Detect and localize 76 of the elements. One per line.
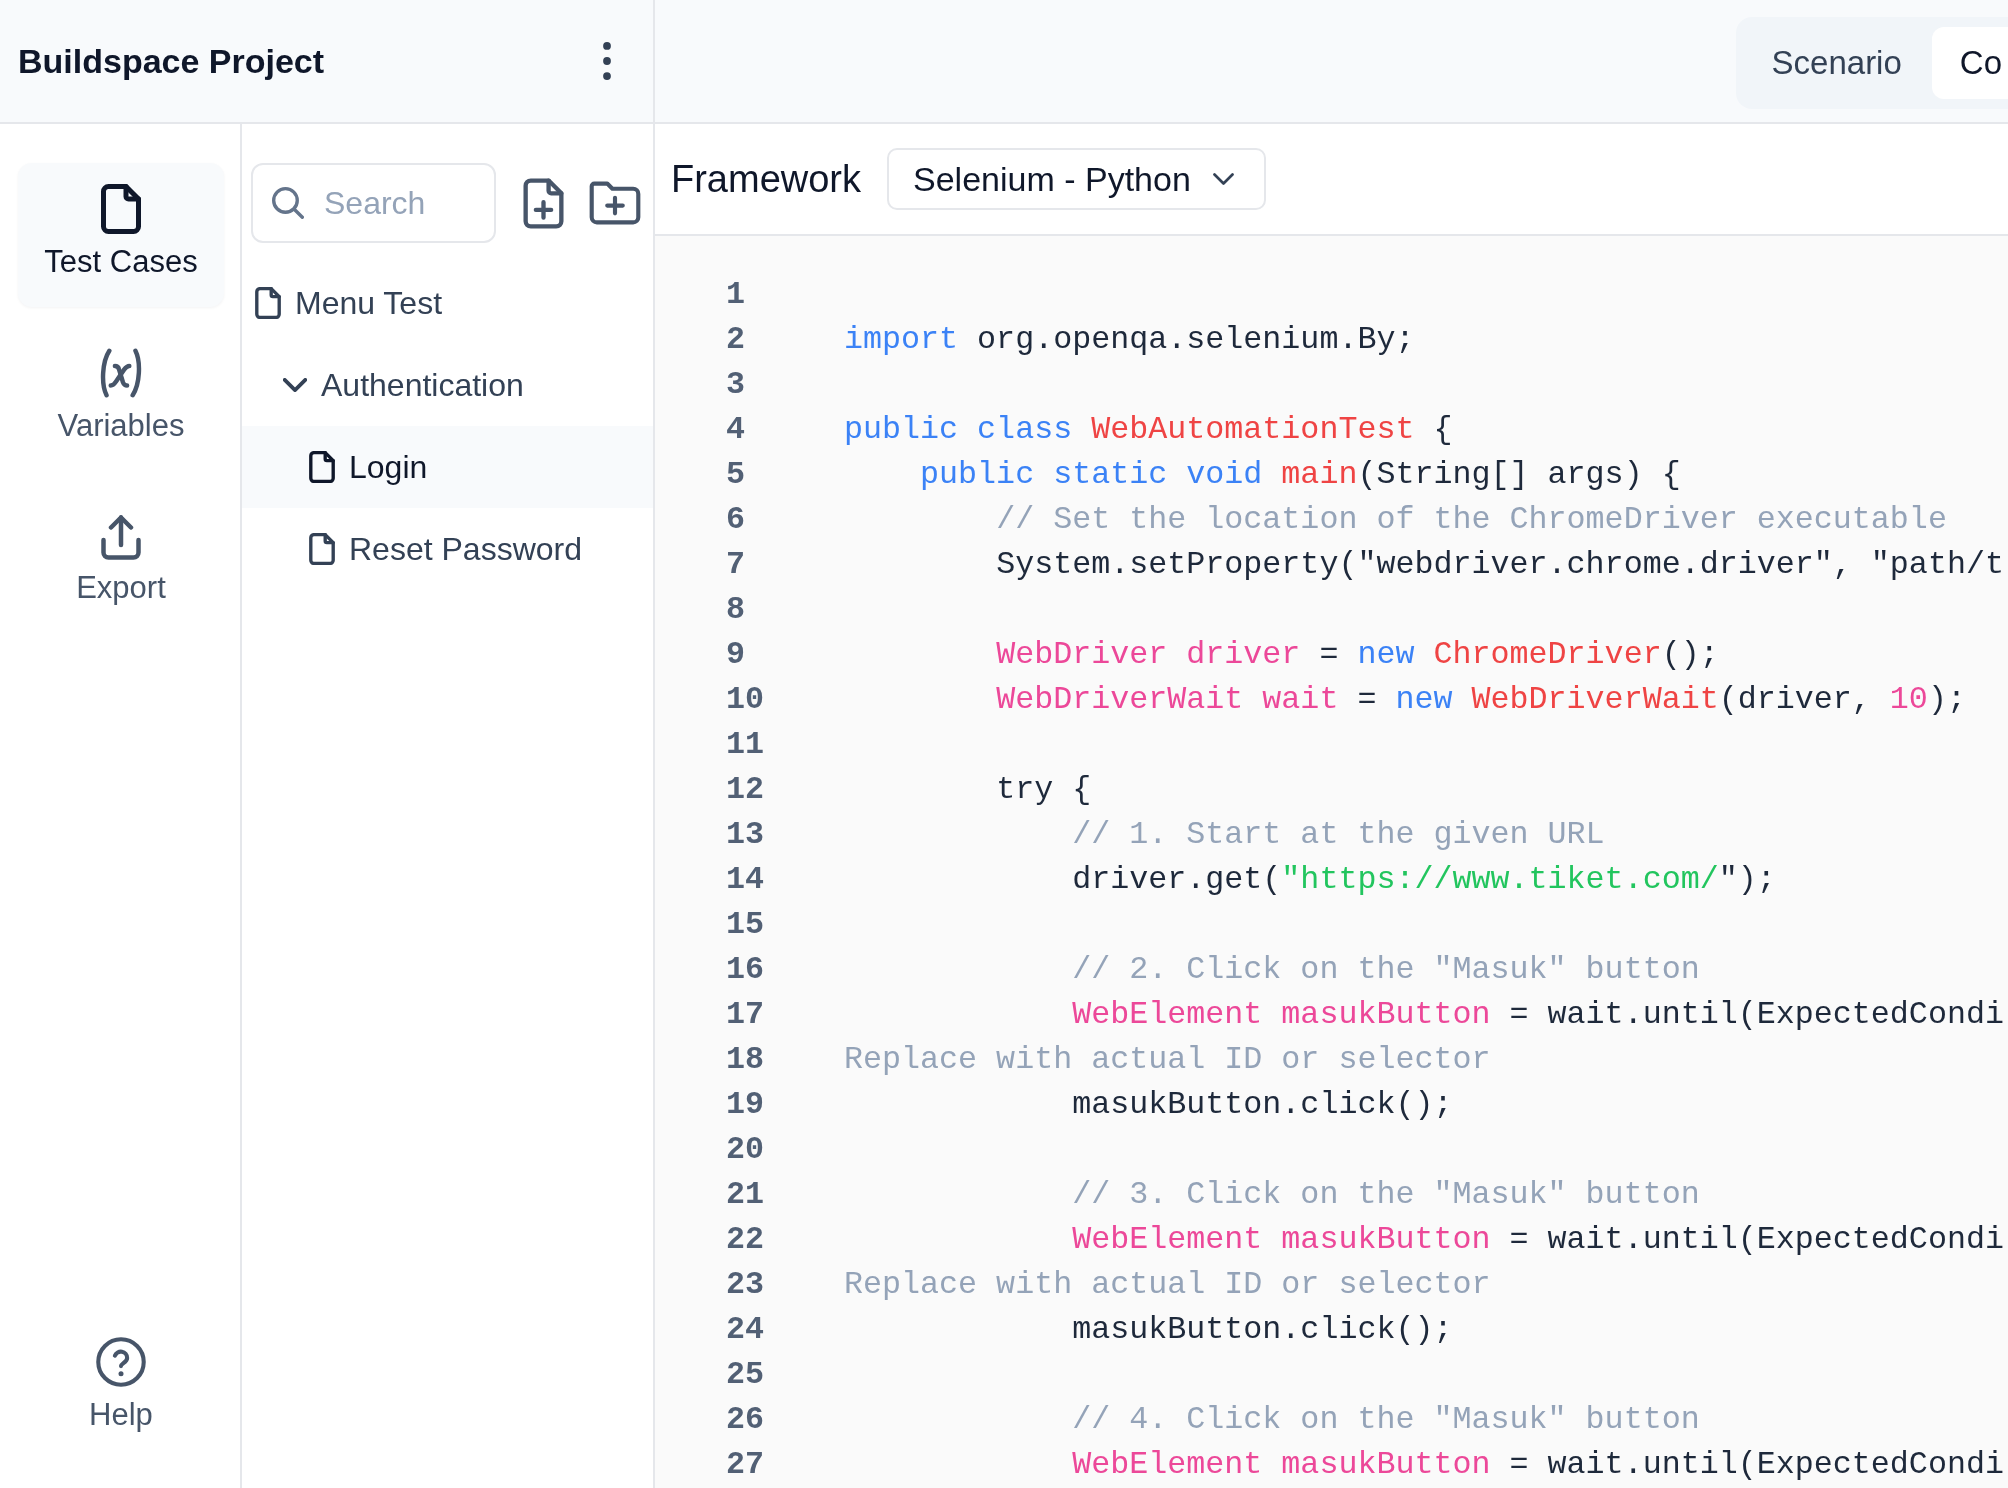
- nav-item[interactable]: Export: [18, 491, 224, 635]
- line-number: 5: [726, 456, 746, 493]
- project-title: Buildspace Project: [18, 41, 325, 81]
- tree-item[interactable]: Login: [242, 426, 653, 508]
- code-line: WebDriverWait wait = new WebDriverWait(driver, 10);: [996, 681, 1966, 718]
- help-button[interactable]: Help: [18, 1316, 224, 1460]
- code-line: driver.get("https://www.tiket.com/");: [1072, 861, 1776, 898]
- new-file-button[interactable]: [523, 177, 564, 229]
- more-options-button[interactable]: [603, 42, 611, 80]
- code-line: try {: [996, 771, 1092, 808]
- line-number: 15: [726, 906, 766, 943]
- line-number: 16: [726, 951, 766, 988]
- search-field[interactable]: Search: [251, 163, 496, 243]
- code-comment: Replace with actual ID or selector: [844, 1041, 1491, 1078]
- code-line: WebDriver driver = new ChromeDriver();: [996, 636, 1719, 673]
- tree-item[interactable]: Reset Password: [242, 508, 653, 590]
- help-icon: [96, 1337, 146, 1387]
- code-line: public class WebAutomationTest {: [844, 411, 1453, 448]
- code-line: masukButton.click();: [1072, 1311, 1453, 1348]
- search-icon: [272, 187, 304, 219]
- line-number: 27: [726, 1446, 766, 1483]
- line-number: 2: [726, 321, 746, 358]
- document-icon: [309, 451, 335, 483]
- line-number: 3: [726, 366, 746, 403]
- line-number: 9: [726, 636, 746, 673]
- upload-icon: [101, 514, 141, 560]
- line-number: 21: [726, 1176, 766, 1213]
- view-tab[interactable]: Co: [1931, 27, 2008, 99]
- line-number: 1: [726, 276, 746, 313]
- framework-dropdown[interactable]: Selenium - Python: [887, 148, 1266, 210]
- code-line: WebElement masukButton = wait.until(ExpectedCondi: [1072, 996, 2004, 1033]
- nav-item[interactable]: Variables: [18, 327, 224, 471]
- line-number: 4: [726, 411, 746, 448]
- line-number: 22: [726, 1221, 766, 1258]
- line-number: 24: [726, 1311, 766, 1348]
- kebab-menu-icon: [603, 42, 611, 80]
- view-tab[interactable]: Scenario: [1745, 27, 1932, 99]
- variable-icon: [98, 348, 144, 398]
- line-number: 18: [726, 1041, 766, 1078]
- code-comment: // 2. Click on the "Masuk" button: [1072, 951, 1700, 988]
- code-comment: Replace with actual ID or selector: [844, 1266, 1491, 1303]
- code-line: WebElement masukButton = wait.until(ExpectedCondi: [1072, 1446, 2004, 1483]
- nav-item[interactable]: Test Cases: [18, 163, 224, 307]
- new-folder-button[interactable]: [589, 181, 641, 225]
- line-number: 11: [726, 726, 766, 763]
- document-icon: [101, 184, 141, 234]
- document-icon: [255, 287, 281, 319]
- line-number: 25: [726, 1356, 766, 1393]
- line-number: 12: [726, 771, 766, 808]
- code-line: System.setProperty("webdriver.chrome.driver", "path/t: [996, 546, 2004, 583]
- line-number: 10: [726, 681, 766, 718]
- file-plus-icon: [523, 177, 564, 229]
- chevron-down-icon: [1212, 173, 1234, 185]
- tree-item[interactable]: Authentication: [242, 344, 653, 426]
- line-number: 7: [726, 546, 746, 583]
- code-comment: // 1. Start at the given URL: [1072, 816, 1605, 853]
- code-line: WebElement masukButton = wait.until(ExpectedCondi: [1072, 1221, 2004, 1258]
- code-comment: // 4. Click on the "Masuk" button: [1072, 1401, 1700, 1438]
- code-line: public static void main(String[] args) {: [920, 456, 1681, 493]
- line-number: 6: [726, 501, 746, 538]
- line-number: 13: [726, 816, 766, 853]
- code-line: import org.openqa.selenium.By;: [844, 321, 1415, 358]
- line-number: 20: [726, 1131, 766, 1168]
- framework-label: Framework: [671, 157, 862, 201]
- code-line: masukButton.click();: [1072, 1086, 1453, 1123]
- document-icon: [309, 533, 335, 565]
- line-number: 23: [726, 1266, 766, 1303]
- folder-plus-icon: [589, 181, 641, 225]
- line-number: 8: [726, 591, 746, 628]
- line-number: 17: [726, 996, 766, 1033]
- line-number: 26: [726, 1401, 766, 1438]
- code-comment: // 3. Click on the "Masuk" button: [1072, 1176, 1700, 1213]
- line-number: 14: [726, 861, 766, 898]
- line-number: 19: [726, 1086, 766, 1123]
- tree-item[interactable]: Menu Test: [242, 262, 653, 344]
- code-comment: // Set the location of the ChromeDriver executable: [996, 501, 1947, 538]
